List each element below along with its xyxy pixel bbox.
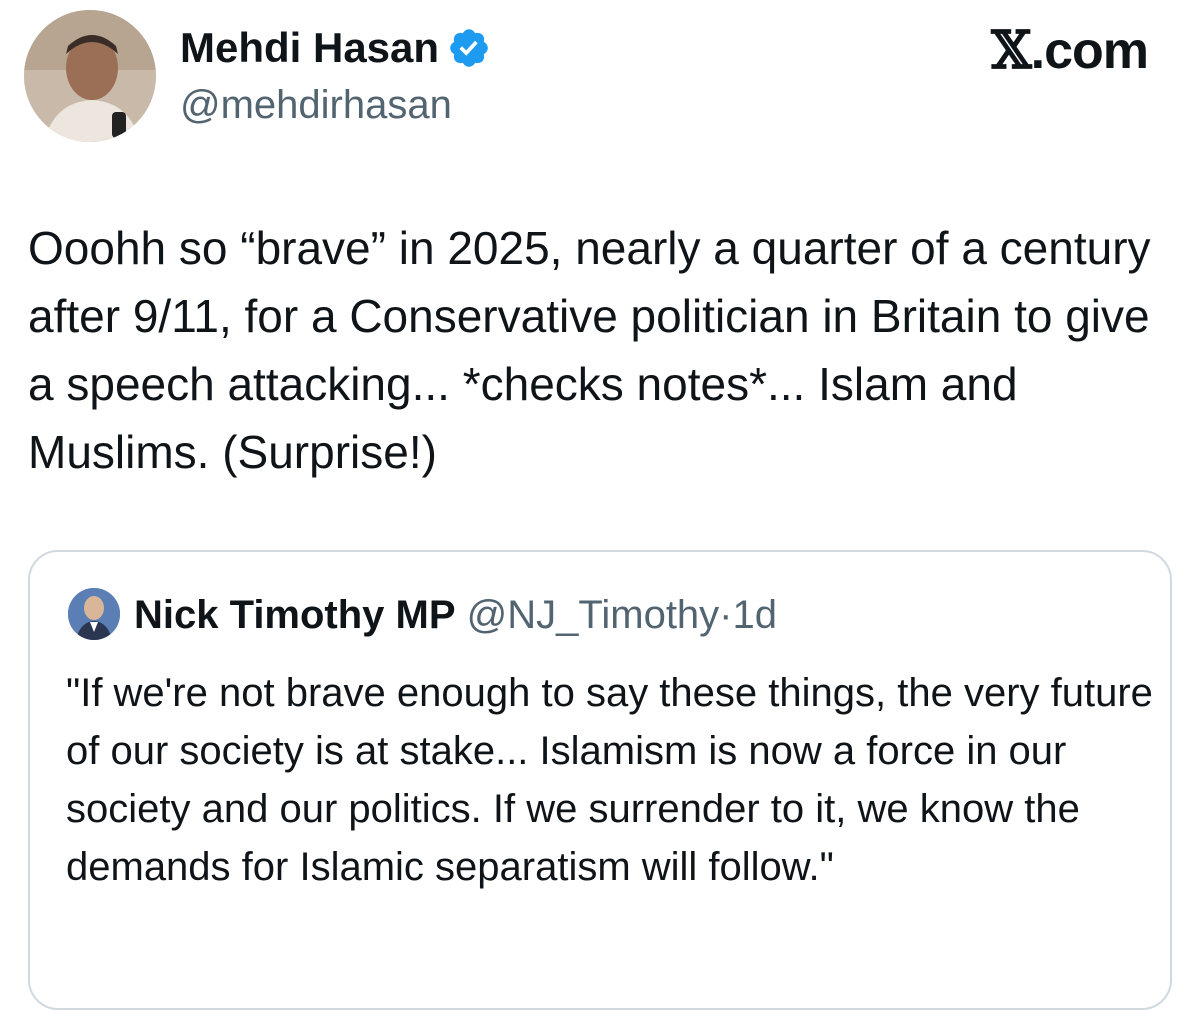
header-separator: ·	[719, 593, 733, 637]
author-avatar-image	[24, 10, 156, 142]
brand-domain-suffix: .com	[1030, 22, 1149, 80]
author-handle[interactable]: @mehdirhasan	[180, 80, 452, 130]
x-logo-icon: 𝕏	[991, 20, 1031, 81]
quoted-author-name[interactable]: Nick Timothy MP	[134, 593, 456, 637]
quoted-tweet-text: "If we're not brave enough to say these …	[66, 671, 1153, 889]
author-name-row[interactable]: Mehdi Hasan	[180, 22, 491, 74]
tweet-text: Ooohh so “brave” in 2025, nearly a quart…	[28, 222, 1151, 478]
x-com-watermark: 𝕏.com	[991, 20, 1149, 81]
author-avatar[interactable]	[24, 10, 156, 142]
quoted-tweet-header: Nick Timothy MP @NJ_Timothy·1d	[134, 590, 777, 640]
verified-badge-icon	[447, 26, 491, 70]
quoted-author-handle[interactable]: @NJ_Timothy	[467, 593, 720, 637]
quoted-author-avatar-image	[68, 588, 120, 640]
quoted-tweet-card[interactable]: Nick Timothy MP @NJ_Timothy·1d "If we're…	[28, 550, 1172, 1010]
quoted-timestamp[interactable]: 1d	[733, 593, 778, 637]
quoted-author-avatar[interactable]	[68, 588, 120, 640]
author-name[interactable]: Mehdi Hasan	[180, 22, 439, 74]
